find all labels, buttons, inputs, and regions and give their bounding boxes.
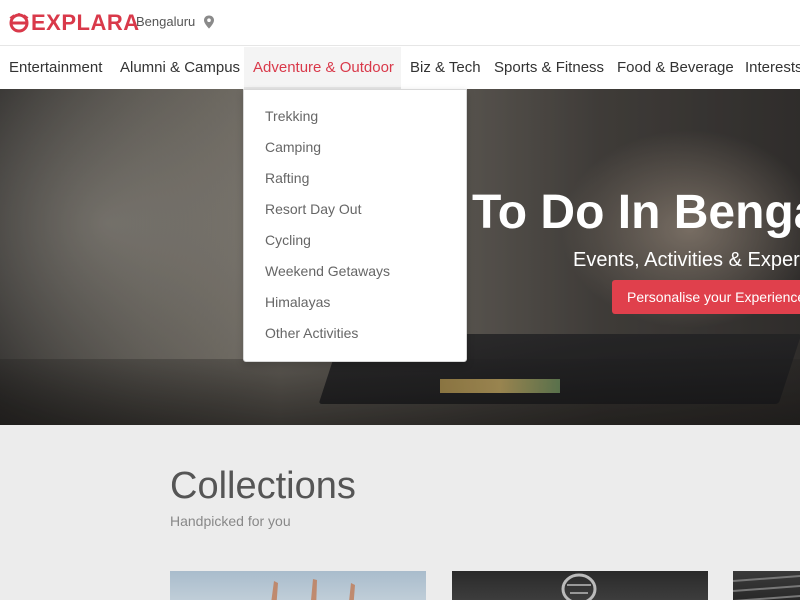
logo-icon: [9, 13, 29, 33]
brand-name: EXPLARA: [31, 10, 140, 35]
nav-item-food-beverage[interactable]: Food & Beverage: [608, 47, 743, 89]
nav-item-adventure-outdoor[interactable]: Adventure & Outdoor: [244, 47, 401, 89]
dropdown-item-rafting[interactable]: Rafting: [265, 170, 309, 186]
hero-title: To Do In Bengaluru: [472, 186, 800, 239]
site-header: EXPLARA Bengaluru: [0, 0, 800, 46]
collections-subtitle: Handpicked for you: [170, 513, 291, 529]
personalise-button[interactable]: Personalise your Experience: [612, 280, 800, 314]
nav-item-entertainment[interactable]: Entertainment: [0, 47, 111, 89]
collection-card[interactable]: [452, 571, 708, 600]
nav-item-biz-tech[interactable]: Biz & Tech: [401, 47, 490, 89]
category-nav: Entertainment Alumni & Campus Adventure …: [0, 47, 800, 89]
map-pin-icon: [204, 15, 215, 28]
collections-title: Collections: [170, 465, 356, 507]
collection-card[interactable]: [170, 571, 426, 600]
dropdown-item-trekking[interactable]: Trekking: [265, 108, 318, 124]
dropdown-item-weekend-getaways[interactable]: Weekend Getaways: [265, 263, 390, 279]
hero-subtitle: Events, Activities & Experiences: [573, 249, 800, 271]
nav-item-interests[interactable]: Interests: [736, 47, 800, 89]
dropdown-item-cycling[interactable]: Cycling: [265, 232, 311, 248]
collection-card-image: [271, 579, 355, 600]
collection-card-image: [733, 574, 800, 600]
collection-card-image: [561, 573, 597, 600]
brand-logo[interactable]: EXPLARA: [8, 10, 140, 36]
nav-item-sports-fitness[interactable]: Sports & Fitness: [485, 47, 613, 89]
adventure-dropdown-menu: Trekking Camping Rafting Resort Day Out …: [243, 89, 467, 362]
collection-card[interactable]: [733, 571, 800, 600]
dropdown-item-resort-day-out[interactable]: Resort Day Out: [265, 201, 361, 217]
dropdown-item-himalayas[interactable]: Himalayas: [265, 294, 330, 310]
location-selector[interactable]: Bengaluru: [136, 14, 215, 29]
location-city: Bengaluru: [136, 14, 196, 29]
dropdown-item-other-activities[interactable]: Other Activities: [265, 325, 358, 341]
nav-item-alumni-campus[interactable]: Alumni & Campus: [111, 47, 249, 89]
dropdown-item-camping[interactable]: Camping: [265, 139, 321, 155]
collections-section: Collections Handpicked for you: [0, 425, 800, 600]
